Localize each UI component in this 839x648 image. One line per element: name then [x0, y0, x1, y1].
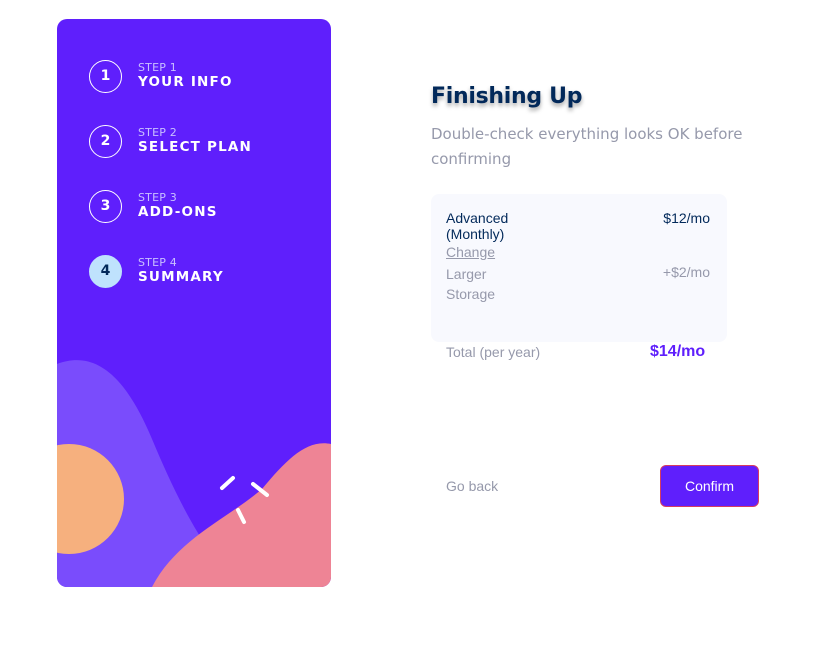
step-title: YOUR INFO: [138, 74, 233, 90]
step-label: STEP 2: [138, 126, 177, 139]
plan-name: Advanced (Monthly): [446, 210, 509, 242]
step-item-2[interactable]: 2 STEP 2 SELECT PLAN: [89, 124, 252, 158]
step-label: STEP 4: [138, 256, 177, 269]
plan-price: $12/mo: [663, 210, 710, 226]
sidebar-decoration: [57, 360, 331, 587]
confirm-button[interactable]: Confirm: [660, 465, 759, 507]
step-title: SELECT PLAN: [138, 139, 253, 155]
step-item-3[interactable]: 3 STEP 3 ADD-ONS: [89, 189, 218, 223]
step-number: 3: [89, 189, 122, 223]
step-number-active: 4: [89, 254, 122, 288]
change-plan-link[interactable]: Change: [446, 244, 495, 260]
step-number: 1: [89, 59, 122, 93]
step-item-4[interactable]: 4 STEP 4 SUMMARY: [89, 254, 224, 288]
summary-box: Advanced (Monthly) Change $12/mo Larger …: [431, 194, 727, 342]
step-item-1[interactable]: 1 STEP 1 YOUR INFO: [89, 59, 233, 93]
addon-price: +$2/mo: [662, 264, 710, 280]
sidebar: 1 STEP 1 YOUR INFO 2 STEP 2 SELECT PLAN …: [57, 19, 331, 587]
step-label: STEP 3: [138, 191, 177, 204]
total-value: $14/mo: [650, 343, 706, 360]
total-label: Total (per year): [446, 344, 541, 360]
go-back-button[interactable]: Go back: [446, 478, 498, 494]
page-subtitle: Double-check everything looks OK before …: [431, 125, 743, 168]
step-number: 2: [89, 124, 122, 158]
step-label: STEP 1: [138, 61, 177, 74]
page-title: Finishing Up: [431, 84, 583, 109]
step-title: SUMMARY: [138, 269, 224, 285]
step-title: ADD-ONS: [138, 204, 218, 220]
addon-name: Larger Storage: [446, 266, 496, 302]
